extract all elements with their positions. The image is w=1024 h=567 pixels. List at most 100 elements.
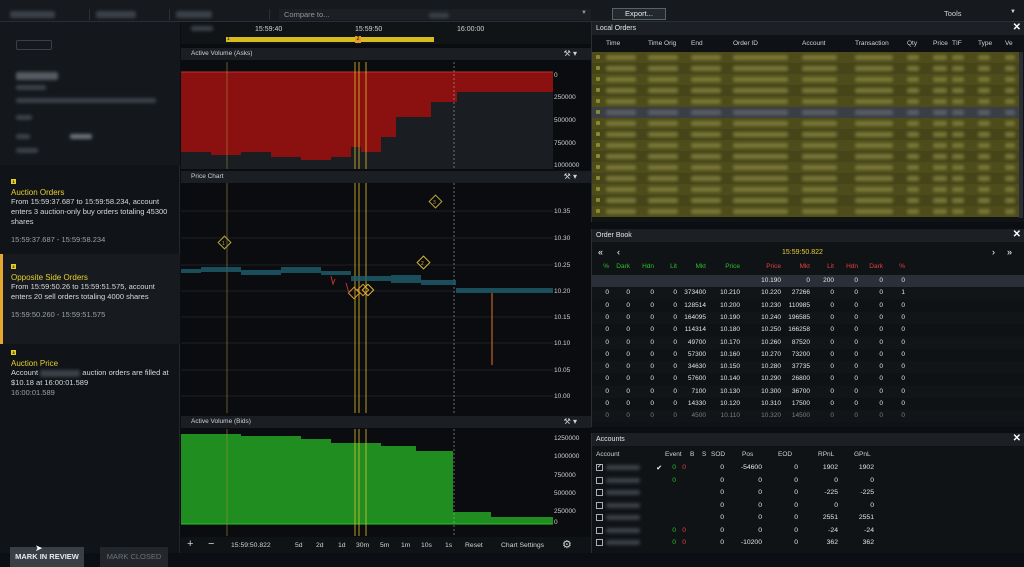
account-checkbox[interactable] [596, 489, 603, 496]
range-1s[interactable]: 1s [445, 542, 452, 549]
table-cell-pos: 0 [758, 476, 762, 484]
account-checkbox[interactable] [596, 526, 603, 534]
account-checkbox[interactable] [596, 476, 603, 484]
account-checkbox[interactable]: ✓ [596, 464, 603, 471]
table-row[interactable] [592, 184, 1020, 195]
table-row[interactable] [592, 63, 1020, 74]
range-30m[interactable]: 30m [356, 542, 369, 549]
table-row[interactable]: 0 0 0 0 0 [592, 500, 1024, 512]
tools-icon[interactable]: ⚒ ▾ [564, 172, 577, 181]
table-row[interactable] [592, 162, 1020, 173]
table-row[interactable] [592, 107, 1020, 118]
table-row[interactable]: 0 0 0 2551 2551 [592, 512, 1024, 524]
table-row[interactable] [592, 118, 1020, 129]
time-tab[interactable] [170, 9, 270, 20]
column-header: Pos [742, 451, 754, 458]
chevron-down-icon[interactable]: ▼ [1010, 9, 1016, 15]
account-checkbox[interactable] [596, 514, 603, 521]
table-row[interactable]: 0 0 0 0 164095 10.190 10.240 196585 0 0 0 0 [592, 311, 1024, 324]
account-checkbox[interactable] [596, 501, 603, 509]
security-info [0, 22, 180, 165]
range-1d[interactable]: 1d [338, 542, 346, 549]
chart-settings-button[interactable]: Chart Settings [501, 542, 544, 549]
table-row[interactable] [592, 195, 1020, 206]
table-row[interactable] [592, 151, 1020, 162]
close-icon[interactable]: ✕ [1013, 433, 1021, 444]
table-cell-eod: 0 [794, 514, 798, 521]
alert-auction-price[interactable]: 3 Auction Price Account auction orders a… [0, 349, 180, 397]
table-cell: 0 [901, 326, 905, 334]
local-orders-rows[interactable] [592, 52, 1020, 220]
table-row[interactable]: 0 0 0 0 7100 10.130 10.300 36700 0 0 0 0 [592, 385, 1024, 398]
table-row[interactable] [592, 52, 1020, 63]
table-row[interactable]: 0 0 0 0 373400 10.210 10.220 27266 0 0 0 1 [592, 287, 1024, 300]
tools-icon[interactable]: ⚒ ▾ [564, 417, 577, 426]
range-5m[interactable]: 5m [380, 542, 389, 549]
close-icon[interactable]: ✕ [1013, 229, 1021, 240]
table-cell-pos: 0 [758, 514, 762, 521]
bids-volume-chart[interactable] [181, 429, 591, 536]
range-1m[interactable]: 1m [401, 542, 410, 549]
table-row[interactable]: ✓ ✔ 0 0 0 -54600 0 1902 1902 [592, 462, 1024, 474]
column-header: Lit [670, 263, 677, 270]
tools-icon[interactable]: ⚒ ▾ [564, 49, 577, 58]
axis-tick: 10.20 [554, 288, 571, 295]
table-cell-gpnl: -225 [860, 489, 874, 496]
chevron-left-icon[interactable]: ‹ [617, 247, 620, 257]
table-row[interactable]: 0 0 0 0 14330 10.120 10.310 17500 0 0 0 0 [592, 398, 1024, 410]
alert-opposite-side-orders[interactable]: 2 Opposite Side Orders From 15:59:50.26 … [0, 254, 180, 344]
tools-menu[interactable]: Tools [944, 9, 962, 18]
reset-button[interactable]: Reset [465, 542, 483, 549]
table-row[interactable]: 0 0 0 0 128514 10.200 10.230 110985 0 0 0 0 [592, 299, 1024, 312]
table-row[interactable] [592, 140, 1020, 151]
double-chevron-left-icon[interactable]: « [598, 247, 603, 257]
table-cell-sod: 0 [720, 539, 724, 546]
zoom-in-button[interactable]: + [187, 538, 193, 550]
account-checkbox[interactable] [596, 539, 603, 546]
double-chevron-right-icon[interactable]: » [1007, 247, 1012, 257]
table-cell-rpnl: -24 [828, 526, 838, 534]
table-row[interactable] [592, 96, 1020, 107]
table-row[interactable]: 0 0 0 0 57300 10.160 10.270 73200 0 0 0 0 [592, 348, 1024, 361]
table-cell-b: 0 [672, 526, 676, 534]
table-row[interactable]: 0 0 0 -225 -225 [592, 487, 1024, 499]
mark-closed-button[interactable]: MARK CLOSED [100, 547, 168, 567]
export-button[interactable]: Export... [612, 8, 666, 20]
range-2d[interactable]: 2d [316, 542, 324, 549]
table-row[interactable] [592, 173, 1020, 184]
symbol-tab[interactable] [0, 9, 90, 20]
table-row[interactable] [592, 74, 1020, 85]
table-cell: 34630 [687, 363, 706, 371]
table-row[interactable]: 0 0 0 0 0 0 [592, 475, 1024, 487]
table-row[interactable]: 0 0 0 0 57600 10.140 10.290 26800 0 0 0 0 [592, 373, 1024, 386]
table-row[interactable]: 0 0 0 0 34630 10.150 10.280 37735 0 0 0 0 [592, 361, 1024, 374]
table-row[interactable]: 0 0 0 0 0 -24 -24 [592, 525, 1024, 537]
accounts-rows[interactable]: ✓ ✔ 0 0 0 -54600 0 1902 1902 0 0 0 0 0 0 0 0 0 -225 -225 0 0 0… [592, 462, 1024, 552]
price-chart[interactable]: 1 2 3 [181, 183, 591, 413]
date-tab[interactable] [90, 9, 170, 20]
table-row[interactable]: 0 0 0 0 114314 10.180 10.250 166258 0 0 0 0 [592, 324, 1024, 337]
close-icon[interactable]: ✕ [1013, 22, 1021, 33]
order-book-rows[interactable]: 10.190 0 200 0 0 0 0 0 0 0 373400 10.210 10.220 27266… [592, 275, 1024, 425]
range-5d[interactable]: 5d [295, 542, 303, 549]
table-row[interactable]: 0 0 0 -10200 0 362 362 [592, 537, 1024, 549]
table-row[interactable] [592, 85, 1020, 96]
range-10s[interactable]: 10s [421, 542, 432, 549]
table-row[interactable] [592, 129, 1020, 140]
table-row[interactable]: 0 0 0 0 49700 10.170 10.260 87520 0 0 0 0 [592, 336, 1024, 349]
asks-volume-chart[interactable] [181, 62, 591, 169]
mark-in-review-button[interactable]: MARK IN REVIEW [10, 547, 84, 567]
alert-title: Auction Price [11, 359, 59, 368]
scrollbar[interactable] [1019, 52, 1023, 218]
gear-icon[interactable]: ⚙ [562, 538, 572, 551]
alert-auction-orders[interactable]: 1 Auction Orders From 15:59:37.687 to 15… [0, 178, 180, 244]
table-row[interactable]: 10.190 0 200 0 0 0 [592, 275, 1024, 287]
table-cell: 10.110 [720, 412, 740, 420]
table-row[interactable] [592, 206, 1020, 217]
compare-to-dropdown[interactable]: Compare to... ▼ [279, 9, 591, 20]
table-row[interactable]: 0 0 0 0 4500 10.110 10.320 14500 0 0 0 0 [592, 410, 1024, 423]
chevron-right-icon[interactable]: › [992, 247, 995, 257]
timeline-axis[interactable]: 15:59:40 15:59:50 16:00:00 1 2 [181, 22, 591, 44]
zoom-out-button[interactable]: − [208, 538, 214, 550]
order-book-panel: Order Book ✕ « ‹ 15:59:50.822 › » % Dark Hd… [591, 229, 1024, 427]
